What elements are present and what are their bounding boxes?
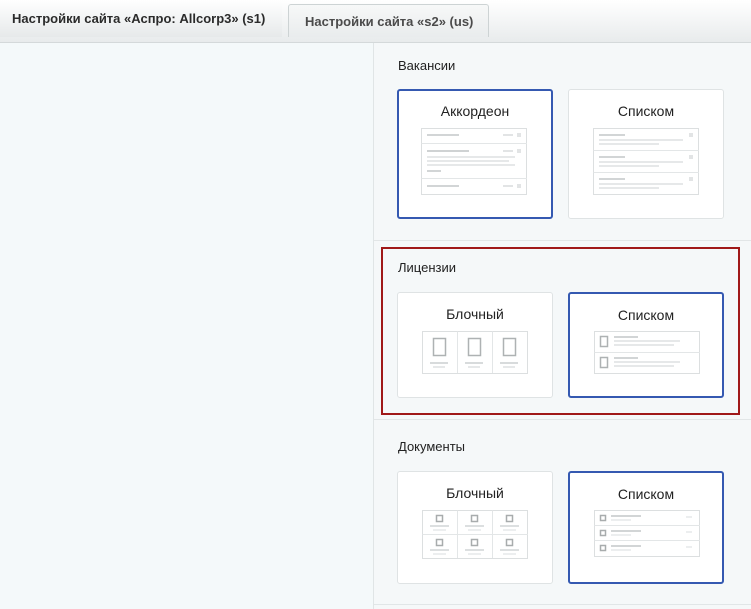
option-label: Списком: [617, 486, 675, 502]
option-documents-list[interactable]: Списком: [568, 471, 724, 584]
option-vacancies-list[interactable]: Списком: [568, 89, 724, 219]
block-preview-icon: [422, 510, 528, 559]
left-panel: [0, 43, 373, 609]
section-divider: [374, 419, 751, 420]
option-label: Списком: [617, 103, 675, 119]
section-divider: [374, 240, 751, 241]
licenses-highlight-frame: [381, 247, 740, 415]
option-documents-block[interactable]: Блочный: [397, 471, 553, 584]
section-title-vacancies: Вакансии: [398, 58, 456, 73]
tab-site-s1[interactable]: Настройки сайта «Аспро: Allcorp3» (s1): [0, 0, 282, 37]
list-preview-icon: [593, 128, 699, 195]
option-label: Блочный: [446, 485, 504, 501]
option-label: Аккордеон: [440, 103, 510, 119]
section-vacancies: Вакансии Аккордеон Списком: [374, 43, 751, 235]
list-preview-icon: [594, 510, 700, 557]
accordion-preview-icon: [421, 128, 527, 195]
tab-site-s2[interactable]: Настройки сайта «s2» (us): [288, 4, 489, 37]
section-documents: Документы Блочный Списком: [374, 424, 751, 605]
tab-bar: Настройки сайта «Аспро: Allcorp3» (s1) Н…: [0, 0, 751, 43]
option-vacancies-accordion[interactable]: Аккордеон: [397, 89, 553, 219]
section-title-documents: Документы: [398, 439, 466, 454]
